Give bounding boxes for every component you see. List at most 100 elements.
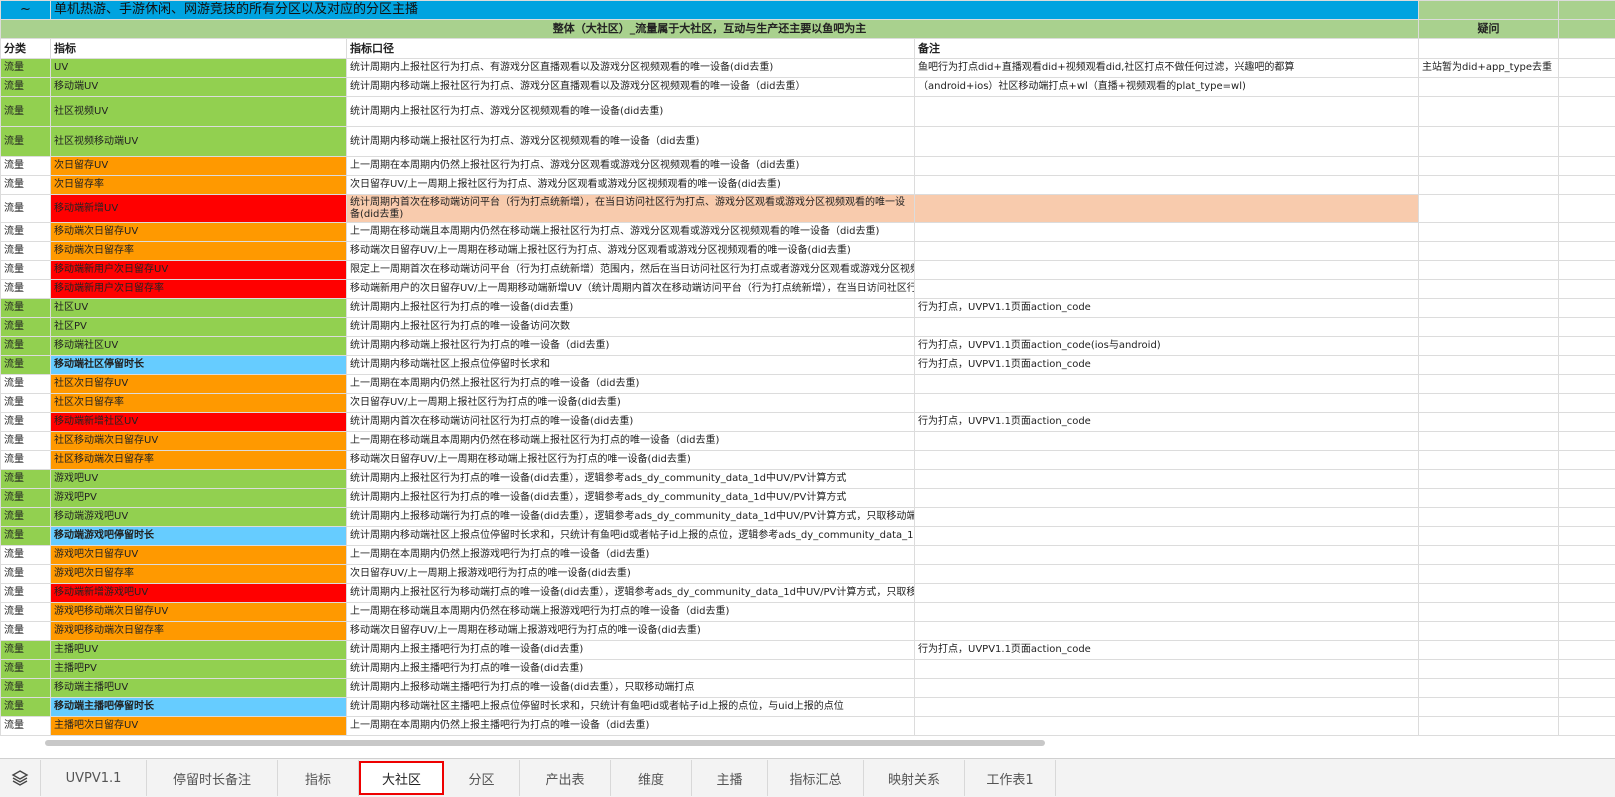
note-cell[interactable] [915, 375, 1419, 394]
category-cell[interactable]: 流量 [1, 622, 51, 641]
category-cell[interactable]: 流量 [1, 432, 51, 451]
category-cell[interactable]: 流量 [1, 195, 51, 223]
blank-cell[interactable] [1559, 679, 1615, 698]
question-cell[interactable] [1419, 195, 1559, 223]
column-header-metric[interactable]: 指标 [51, 39, 347, 59]
metric-cell[interactable]: 移动端主播吧停留时长 [51, 698, 347, 717]
sheet-tab[interactable]: 指标 [278, 760, 359, 796]
blank-cell[interactable] [1559, 622, 1615, 641]
sheet-tab[interactable]: 停留时长备注 [147, 760, 278, 796]
definition-cell[interactable]: 上一周期在本周期内仍然上报游戏吧行为打点的唯一设备（did去重) [347, 546, 915, 565]
note-cell[interactable] [915, 394, 1419, 413]
note-cell[interactable] [915, 242, 1419, 261]
definition-cell[interactable]: 次日留存UV/上一周期上报社区行为打点、游戏分区观看或游戏分区视频观看的唯一设备… [347, 176, 915, 195]
question-cell[interactable] [1419, 394, 1559, 413]
note-cell[interactable] [915, 451, 1419, 470]
question-cell[interactable] [1419, 356, 1559, 375]
blank-cell[interactable] [1559, 356, 1615, 375]
blank-cell[interactable] [1559, 97, 1615, 127]
metric-cell[interactable]: 游戏吧UV [51, 470, 347, 489]
note-cell[interactable] [915, 470, 1419, 489]
definition-cell[interactable]: 统计周期内上报社区行为打点的唯一设备访问次数 [347, 318, 915, 337]
blank-cell[interactable] [1559, 698, 1615, 717]
note-cell[interactable] [915, 527, 1419, 546]
category-cell[interactable]: 流量 [1, 508, 51, 527]
question-cell[interactable] [1419, 299, 1559, 318]
sheet-list-button[interactable] [0, 760, 41, 796]
sheet-tab[interactable]: UVPV1.1 [41, 760, 147, 796]
blank-cell[interactable] [1559, 157, 1615, 176]
column-header-blank[interactable] [1559, 39, 1615, 59]
metric-cell[interactable]: 主播吧PV [51, 660, 347, 679]
question-cell[interactable] [1419, 97, 1559, 127]
definition-cell[interactable]: 移动端新用户的次日留存UV/上一周期移动端新增UV（统计周期内首次在移动端访问平… [347, 280, 915, 299]
question-cell[interactable] [1419, 660, 1559, 679]
note-cell[interactable] [915, 698, 1419, 717]
definition-cell[interactable]: 移动端次日留存UV/上一周期在移动端上报游戏吧行为打点的唯一设备(did去重) [347, 622, 915, 641]
blank-cell[interactable] [1559, 603, 1615, 622]
sheet-tab[interactable]: 大社区 [359, 761, 444, 795]
definition-cell[interactable]: 统计周期内首次在移动端访问社区行为打点的唯一设备(did去重) [347, 413, 915, 432]
category-cell[interactable]: 流量 [1, 394, 51, 413]
blank-cell[interactable] [1559, 299, 1615, 318]
metric-cell[interactable]: 游戏吧次日留存率 [51, 565, 347, 584]
title-marker[interactable]: ~ [1, 1, 51, 20]
note-cell[interactable] [915, 603, 1419, 622]
note-cell[interactable]: 行为打点，UVPV1.1页面action_code [915, 413, 1419, 432]
question-cell[interactable] [1419, 527, 1559, 546]
category-cell[interactable]: 流量 [1, 565, 51, 584]
note-cell[interactable] [915, 508, 1419, 527]
question-cell[interactable] [1419, 546, 1559, 565]
category-cell[interactable]: 流量 [1, 261, 51, 280]
blank-cell[interactable] [1559, 413, 1615, 432]
question-cell[interactable] [1419, 451, 1559, 470]
blank-cell[interactable] [1559, 546, 1615, 565]
metric-cell[interactable]: UV [51, 59, 347, 78]
category-cell[interactable]: 流量 [1, 546, 51, 565]
note-cell[interactable]: 行为打点，UVPV1.1页面action_code [915, 641, 1419, 660]
question-cell[interactable] [1419, 489, 1559, 508]
blank-cell[interactable] [1559, 337, 1615, 356]
metric-cell[interactable]: 社区PV [51, 318, 347, 337]
sheet-tab[interactable]: 映射关系 [864, 760, 965, 796]
question-cell[interactable] [1419, 622, 1559, 641]
question-cell[interactable] [1419, 157, 1559, 176]
category-cell[interactable]: 流量 [1, 375, 51, 394]
definition-cell[interactable]: 移动端次日留存UV/上一周期在移动端上报社区行为打点的唯一设备(did去重) [347, 451, 915, 470]
note-cell[interactable]: 鱼吧行为打点did+直播观看did+视频观看did,社区打点不做任何过滤，兴趣吧… [915, 59, 1419, 78]
section-header[interactable]: 整体（大社区）_流量属于大社区，互动与生产还主要以鱼吧为主 [1, 20, 1419, 39]
definition-cell[interactable]: 移动端次日留存UV/上一周期在移动端上报社区行为打点、游戏分区观看或游戏分区视频… [347, 242, 915, 261]
note-cell[interactable] [915, 622, 1419, 641]
definition-cell[interactable]: 统计周期内上报主播吧行为打点的唯一设备(did去重) [347, 641, 915, 660]
blank-cell[interactable] [1559, 78, 1615, 97]
definition-cell[interactable]: 统计周期内首次在移动端访问平台（行为打点统新增），在当日访问社区行为打点、游戏分… [347, 195, 915, 223]
metric-cell[interactable]: 社区视频UV [51, 97, 347, 127]
question-cell[interactable] [1419, 679, 1559, 698]
blank-cell[interactable] [1559, 584, 1615, 603]
category-cell[interactable]: 流量 [1, 717, 51, 736]
note-cell[interactable]: 行为打点，UVPV1.1页面action_code [915, 299, 1419, 318]
note-cell[interactable] [915, 127, 1419, 157]
definition-cell[interactable]: 上一周期在本周期内仍然上报主播吧行为打点的唯一设备（did去重) [347, 717, 915, 736]
category-cell[interactable]: 流量 [1, 59, 51, 78]
blank-cell[interactable] [1559, 470, 1615, 489]
note-cell[interactable] [915, 565, 1419, 584]
definition-cell[interactable]: 上一周期在移动端且本周期内仍然在移动端上报社区行为打点、游戏分区观看或游戏分区视… [347, 223, 915, 242]
definition-cell[interactable]: 统计周期内上报主播吧行为打点的唯一设备(did去重) [347, 660, 915, 679]
question-cell[interactable] [1419, 375, 1559, 394]
question-cell[interactable] [1419, 584, 1559, 603]
blank-cell[interactable] [1559, 375, 1615, 394]
definition-cell[interactable]: 统计周期内上报社区行为打点的唯一设备(did去重），逻辑参考ads_dy_com… [347, 489, 915, 508]
definition-cell[interactable]: 限定上一周期首次在移动端访问平台（行为打点统新增）范围内，然后在当日访问社区行为… [347, 261, 915, 280]
blank-cell[interactable] [1559, 527, 1615, 546]
category-cell[interactable]: 流量 [1, 413, 51, 432]
definition-cell[interactable]: 统计周期内移动端上报社区行为打点、游戏分区视频观看的唯一设备（did去重) [347, 127, 915, 157]
question-cell[interactable] [1419, 127, 1559, 157]
question-cell[interactable] [1419, 280, 1559, 299]
metric-cell[interactable]: 移动端游戏吧停留时长 [51, 527, 347, 546]
blank-cell[interactable] [1559, 280, 1615, 299]
category-cell[interactable]: 流量 [1, 660, 51, 679]
blank-cell[interactable] [1559, 717, 1615, 736]
category-cell[interactable]: 流量 [1, 242, 51, 261]
note-cell[interactable]: 行为打点，UVPV1.1页面action_code(ios与android) [915, 337, 1419, 356]
